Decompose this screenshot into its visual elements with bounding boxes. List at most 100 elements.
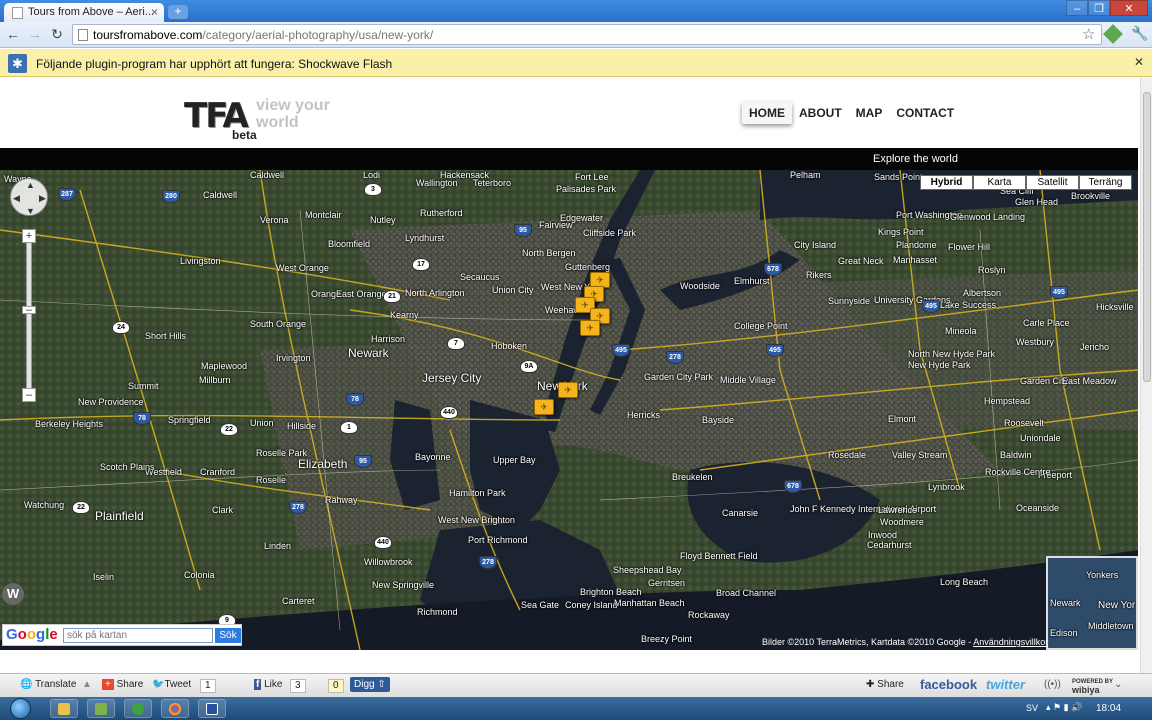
close-window-icon[interactable]: ✕ [1110, 0, 1148, 16]
pan-control[interactable]: ▲ ▼ ◀ ▶ [10, 178, 48, 216]
map-search-box: Google Sök [2, 624, 242, 646]
bookmark-star-icon[interactable]: ☆ [1082, 25, 1095, 43]
digg-button[interactable]: Digg ⇧ [350, 677, 390, 692]
facebook-button[interactable]: facebook [920, 677, 977, 692]
taskbar-chrome[interactable] [161, 699, 189, 718]
taskbar-network[interactable] [87, 699, 115, 718]
like-count: 3 [290, 679, 306, 693]
like-button[interactable]: f Like [254, 679, 282, 690]
map-label: Herricks [627, 410, 660, 420]
translate-label: Translate [35, 679, 77, 690]
tray-icons[interactable]: ▴ ⚑ ▮ 🔊 [1046, 702, 1082, 713]
map-search-input[interactable] [63, 628, 213, 643]
back-icon[interactable]: ← [4, 26, 22, 42]
forward-icon[interactable]: → [26, 26, 44, 42]
taskbar-clock[interactable]: 18:04 [1096, 703, 1121, 714]
map-label: Cranford [200, 467, 236, 477]
taskbar-app[interactable] [198, 699, 226, 718]
nav-map[interactable]: MAP [849, 102, 890, 124]
tweet-count: 1 [200, 679, 216, 693]
map-label: Upper Bay [493, 455, 536, 465]
highway-shield: 278 [666, 351, 684, 364]
map-label: Oceanside [1016, 503, 1060, 513]
minimize-icon[interactable]: – [1066, 0, 1088, 16]
map-label: Roselle [256, 475, 287, 485]
map-type-satellite[interactable]: Satellit [1026, 175, 1079, 190]
nav-about[interactable]: ABOUT [792, 102, 849, 124]
terms-link[interactable]: Användningsvillkor [973, 637, 1048, 647]
translate-button[interactable]: 🌐 Translate [20, 679, 76, 690]
pan-left-icon[interactable]: ◀ [13, 193, 20, 204]
zoom-in-icon[interactable]: + [22, 229, 36, 243]
nav-home[interactable]: HOME [742, 102, 792, 124]
wibiya-logo[interactable]: POWERED BY wibiya [1072, 678, 1113, 695]
highway-shield: 1 [340, 421, 358, 434]
map-label: Carle Place [1023, 318, 1070, 328]
map-label: Hoboken [491, 341, 528, 351]
pan-right-icon[interactable]: ▶ [39, 193, 46, 204]
rss-icon[interactable]: ((•)) [1044, 679, 1061, 690]
network-icon [95, 703, 107, 715]
input-language[interactable]: SV [1026, 703, 1038, 713]
maximize-icon[interactable]: ❐ [1088, 0, 1110, 16]
highway-shield: 95 [354, 455, 372, 468]
map-type-terrain[interactable]: Terräng [1079, 175, 1132, 190]
map-label: Verona [260, 215, 289, 225]
map-label: Gerritsen [648, 578, 686, 588]
map-label: Carteret [282, 596, 315, 606]
map-label: Caldwell [203, 190, 238, 200]
zoom-slider[interactable] [26, 236, 32, 396]
map-label: Secaucus [460, 272, 500, 282]
nav-contact[interactable]: CONTACT [889, 102, 961, 124]
twitter-button[interactable]: twitter [986, 677, 1025, 692]
overview-label: Yonkers [1086, 570, 1119, 580]
translate-expand-icon[interactable]: ▲ [82, 679, 92, 690]
zoom-handle[interactable]: – [22, 305, 36, 316]
map-label: North New Hyde Park [908, 349, 996, 359]
zoom-out-icon[interactable]: – [22, 388, 36, 402]
browser-tab[interactable]: Tours from Above – Aeri... × [4, 3, 164, 22]
photo-marker[interactable]: ✈ [558, 382, 578, 398]
highway-shield: 9A [520, 360, 538, 373]
new-tab-button[interactable]: + [168, 5, 188, 19]
scrollbar-thumb[interactable] [1143, 92, 1151, 382]
collapse-icon[interactable]: ⌄ [1114, 679, 1122, 690]
media-icon [132, 703, 144, 715]
photo-marker[interactable]: ✈ [534, 399, 554, 415]
map-label: Rockaway [688, 610, 730, 620]
highway-shield: 280 [162, 190, 180, 203]
map-label: New Springville [372, 580, 435, 590]
start-button[interactable] [6, 697, 36, 720]
logo-tagline: view your world [256, 97, 346, 131]
highway-shield: 24 [112, 321, 130, 334]
highway-shield: 3 [364, 183, 382, 196]
map-search-button[interactable]: Sök [215, 628, 241, 643]
infobar-close-icon[interactable]: ✕ [1134, 55, 1144, 69]
vertical-scrollbar[interactable] [1140, 78, 1152, 673]
map-label: Inwood [868, 530, 898, 540]
address-bar[interactable]: toursfromabove.com/category/aerial-photo… [72, 24, 1102, 45]
highway-shield: 495 [612, 344, 630, 357]
map-label: Port Richmond [468, 535, 528, 545]
puzzle-piece-icon: ✱ [8, 54, 27, 73]
pan-down-icon[interactable]: ▼ [26, 206, 35, 216]
map-type-hybrid[interactable]: Hybrid [920, 175, 973, 190]
map-type-map[interactable]: Karta [973, 175, 1026, 190]
infobar-text: Följande plugin-program har upphört att … [36, 57, 393, 71]
taskbar-explorer[interactable] [50, 699, 78, 718]
share-button[interactable]: + Share [102, 679, 143, 690]
wordpress-icon[interactable]: W [2, 583, 24, 605]
taskbar-media[interactable] [124, 699, 152, 718]
reload-icon[interactable]: ↻ [48, 26, 66, 43]
tab-close-icon[interactable]: × [151, 5, 158, 19]
wibiya-name: wibiya [1072, 685, 1100, 695]
share-button-2[interactable]: ✚ Share [866, 679, 904, 690]
wrench-icon[interactable]: 🔧 [1131, 25, 1148, 42]
tweet-button[interactable]: 🐦Tweet [152, 679, 191, 690]
overview-map[interactable]: Yonkers New Yor Middletown Edison Newark [1046, 556, 1138, 650]
google-map[interactable]: Newark Jersey City Elizabeth New York Wa… [0, 170, 1138, 650]
highway-shield: 22 [220, 423, 238, 436]
pan-up-icon[interactable]: ▲ [26, 180, 35, 190]
photo-marker[interactable]: ✈ [580, 320, 600, 336]
map-label: Coney Island [565, 600, 618, 610]
